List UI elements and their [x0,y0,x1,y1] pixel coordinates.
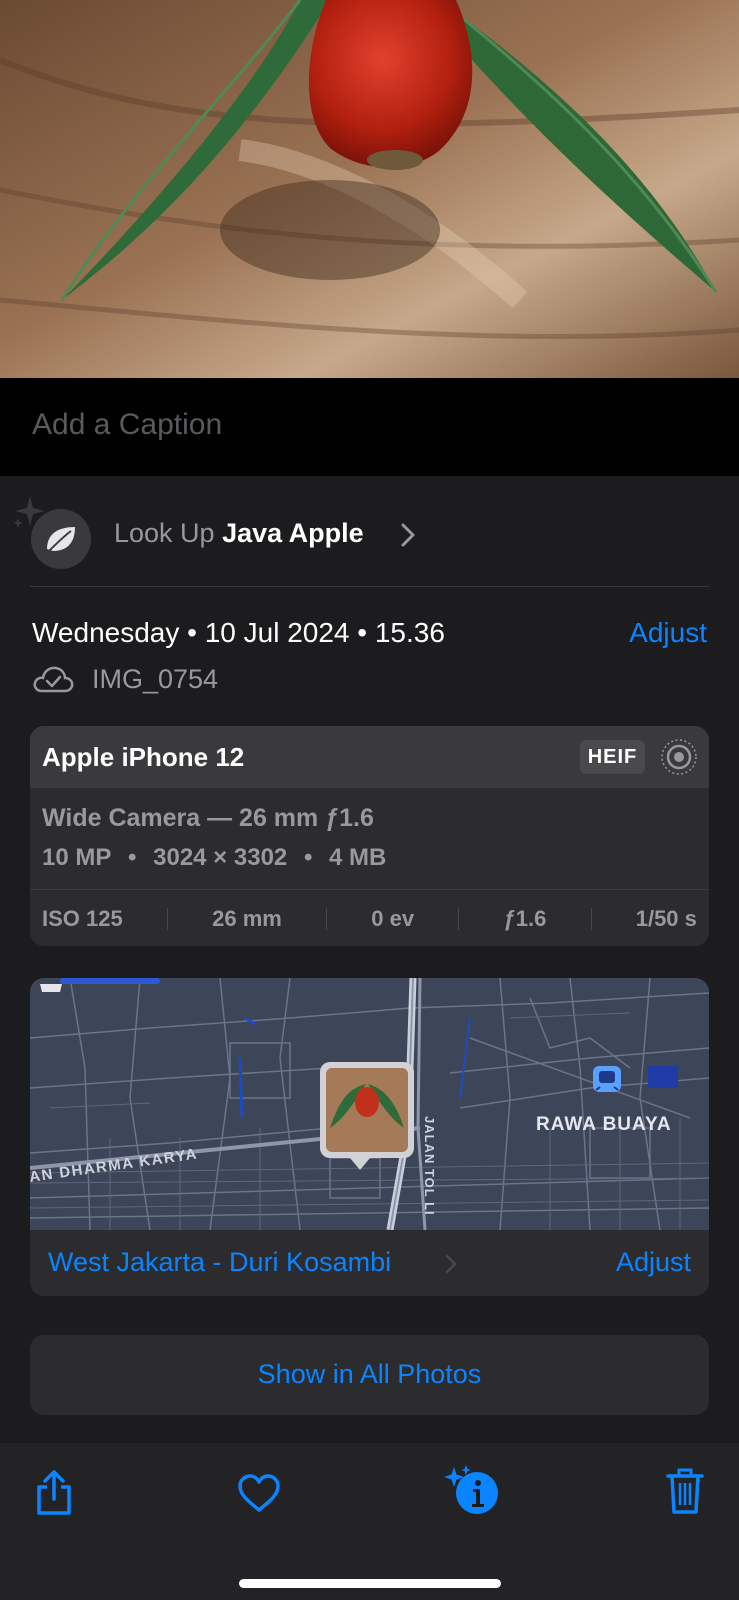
train-station-icon [593,1066,621,1092]
megapixels: 10 MP [42,844,112,871]
shutter-speed: 1/50 s [635,906,697,931]
file-size: 4 MB [329,844,387,871]
iso: ISO 125 [42,906,123,931]
visual-lookup-row[interactable]: Look Up Java Apple [0,476,739,586]
adjust-location-button[interactable]: Adjust [616,1247,691,1278]
exif-row: ISO 125 26 mm 0 ev ƒ1.6 1/50 s [42,904,697,934]
format-badge: HEIF [580,740,645,774]
date-time: Wednesday • 10 Jul 2024 • 15.36 [32,617,445,648]
caption-input[interactable]: Add a Caption [32,408,222,442]
live-photo-icon [661,739,697,775]
camera-info-card: Apple iPhone 12 HEIF Wide Camera — 26 mm… [30,726,709,946]
photo[interactable] [0,0,739,378]
caption-bar[interactable]: Add a Caption [0,378,739,476]
visual-lookup-info-icon[interactable] [444,1465,502,1517]
adjust-date-button[interactable]: Adjust [629,617,707,649]
map[interactable]: RAWA BUAYA AN DHARMA KARYA JALAN TOL LI [30,978,709,1230]
focal-length: 26 mm [212,906,282,931]
lookup-label[interactable]: Look Up Java Apple [114,518,364,549]
filename: IMG_0754 [92,664,219,694]
info-panel: Look Up Java Apple Wednesday • 10 Jul 20… [0,476,739,1443]
share-icon[interactable] [34,1469,74,1517]
chevron-right-icon [445,1254,457,1274]
aperture: ƒ1.6 [503,906,547,931]
camera-model: Apple iPhone 12 [42,742,245,772]
image-specs: 10 MP • 3024 × 3302 • 4 MB [42,844,387,871]
map-toll-label: JALAN TOL LI [422,1116,437,1216]
resolution: 3024 × 3302 [153,844,288,871]
lens-info: Wide Camera — 26 mm ƒ1.6 [42,804,374,832]
home-indicator[interactable] [239,1579,501,1588]
divider [30,586,709,587]
trash-icon[interactable] [666,1467,704,1515]
divider [30,889,709,890]
camera-header: Apple iPhone 12 HEIF [30,726,709,788]
map-photo-pin [320,1062,414,1170]
map-graphic: RAWA BUAYA AN DHARMA KARYA JALAN TOL LI [30,978,709,1230]
exposure-value: 0 ev [371,906,415,931]
heart-icon[interactable] [237,1473,281,1513]
show-in-all-photos-button[interactable]: Show in All Photos [30,1335,709,1415]
icloud-check-icon [33,666,74,693]
leaf-icon [31,509,91,569]
location-card: RAWA BUAYA AN DHARMA KARYA JALAN TOL LI … [30,978,709,1296]
photo-image [0,0,739,378]
lookup-subject: Java Apple [222,518,364,548]
map-area-label: RAWA BUAYA [536,1114,672,1135]
chevron-right-icon [401,523,415,547]
bottom-toolbar [0,1443,739,1600]
location-link[interactable]: West Jakarta - Duri Kosambi [48,1247,391,1278]
show-in-all-photos-label: Show in All Photos [257,1359,482,1389]
